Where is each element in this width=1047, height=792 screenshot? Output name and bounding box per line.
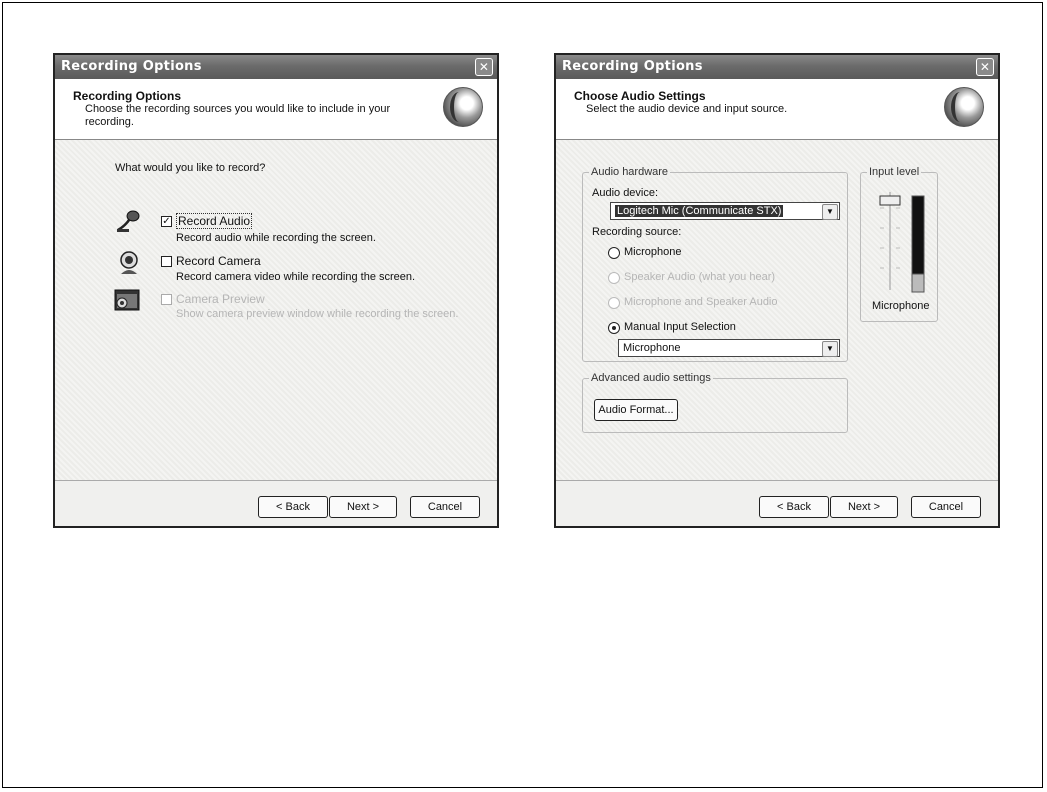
close-button[interactable]: ✕ — [976, 58, 994, 76]
close-icon: ✕ — [979, 60, 991, 74]
webcam-icon — [120, 251, 138, 274]
source-microphone-label[interactable]: Microphone — [624, 246, 681, 258]
source-mic-speaker-label[interactable]: Microphone and Speaker Audio — [624, 296, 778, 308]
window-title: Recording Options — [61, 59, 202, 74]
camera-preview-description: Show camera preview window while recordi… — [176, 308, 459, 320]
app-logo-icon — [944, 87, 984, 127]
manual-input-select[interactable]: Microphone ▼ — [618, 339, 840, 357]
back-button[interactable]: < Back — [759, 496, 829, 518]
recording-source-label: Recording source: — [592, 226, 682, 238]
record-audio-label[interactable]: Record Audio — [176, 213, 253, 229]
window-title: Recording Options — [562, 59, 703, 74]
audio-device-select[interactable]: Logitech Mic (Communicate STX) ▼ — [610, 202, 840, 220]
camera-preview-checkbox[interactable] — [161, 294, 172, 305]
wizard-header: Choose Audio Settings Select the audio d… — [556, 79, 998, 140]
header-description: Choose the recording sources you would l… — [85, 103, 391, 128]
header-description: Select the audio device and input source… — [586, 103, 788, 115]
audio-device-value: Logitech Mic (Communicate STX) — [615, 205, 784, 217]
advanced-audio-label: Advanced audio settings — [589, 372, 713, 384]
input-level-label: Input level — [867, 166, 922, 178]
recording-options-dialog: Recording Options ✕ Recording Options Ch… — [53, 53, 499, 528]
header-title: Recording Options — [73, 89, 181, 103]
wizard-header: Recording Options Choose the recording s… — [55, 79, 497, 140]
close-icon: ✕ — [478, 60, 490, 74]
level-bar-floor — [911, 273, 925, 293]
microphone-icon — [117, 210, 140, 232]
record-audio-description: Record audio while recording the screen. — [176, 232, 376, 244]
audio-hardware-label: Audio hardware — [589, 166, 671, 178]
chevron-down-icon[interactable]: ▼ — [822, 341, 838, 357]
close-button[interactable]: ✕ — [475, 58, 493, 76]
level-bar — [911, 195, 925, 285]
record-audio-checkbox[interactable]: ✓ — [161, 216, 172, 227]
source-manual-label[interactable]: Manual Input Selection — [624, 321, 736, 333]
cancel-button[interactable]: Cancel — [410, 496, 480, 518]
wizard-footer: < Back Next > Cancel — [556, 480, 998, 526]
title-bar[interactable]: Recording Options ✕ — [556, 55, 998, 79]
audio-device-label: Audio device: — [592, 187, 659, 199]
title-bar[interactable]: Recording Options ✕ — [55, 55, 497, 79]
app-logo-icon — [443, 87, 483, 127]
record-camera-description: Record camera video while recording the … — [176, 271, 416, 283]
volume-slider-thumb — [879, 195, 901, 206]
camera-preview-label[interactable]: Camera Preview — [176, 292, 265, 306]
manual-input-value: Microphone — [623, 342, 681, 354]
camera-preview-icon — [114, 289, 140, 311]
chevron-down-icon[interactable]: ▼ — [822, 204, 838, 220]
wizard-footer: < Back Next > Cancel — [55, 480, 497, 526]
record-camera-label[interactable]: Record Camera — [176, 254, 261, 268]
input-level-caption: Microphone — [872, 300, 930, 312]
cancel-button[interactable]: Cancel — [911, 496, 981, 518]
source-speaker-radio[interactable] — [608, 272, 620, 284]
next-button[interactable]: Next > — [329, 496, 397, 518]
wizard-body: What would you like to record? ✓ Record … — [55, 140, 497, 481]
input-level-meter — [879, 192, 925, 293]
record-question: What would you like to record? — [115, 162, 266, 174]
back-button[interactable]: < Back — [258, 496, 328, 518]
record-camera-checkbox[interactable] — [161, 256, 172, 267]
audio-hardware-group: Audio hardware — [582, 166, 848, 362]
audio-settings-dialog: Recording Options ✕ Choose Audio Setting… — [554, 53, 1000, 528]
source-mic-speaker-radio[interactable] — [608, 297, 620, 309]
wizard-body: Audio hardware Audio device: Logitech Mi… — [556, 140, 998, 481]
header-title: Choose Audio Settings — [574, 89, 706, 103]
source-speaker-label[interactable]: Speaker Audio (what you hear) — [624, 271, 775, 283]
audio-format-button[interactable]: Audio Format... — [594, 399, 678, 421]
next-button[interactable]: Next > — [830, 496, 898, 518]
source-manual-radio[interactable] — [608, 322, 620, 334]
source-microphone-radio[interactable] — [608, 247, 620, 259]
